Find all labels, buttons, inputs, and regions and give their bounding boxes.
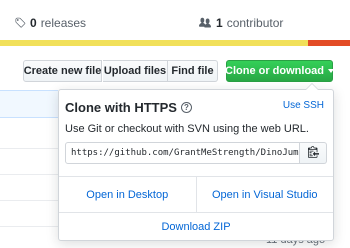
clone-popover: Clone with HTTPS ? Use SSH Use Git or ch… bbox=[58, 83, 334, 241]
file-list-header bbox=[0, 90, 58, 118]
open-in-visual-studio-button[interactable]: Open in Visual Studio bbox=[195, 177, 334, 212]
find-file-button[interactable]: Find file bbox=[168, 60, 218, 82]
contributors-label: contributor bbox=[226, 16, 284, 30]
download-zip-button[interactable]: Download ZIP bbox=[59, 213, 333, 241]
popover-title-text: Clone with HTTPS bbox=[65, 100, 177, 115]
releases-label: releases bbox=[40, 16, 87, 30]
clone-or-download-button[interactable]: Clone or download bbox=[225, 60, 334, 82]
language-bar bbox=[0, 40, 350, 46]
clipboard-icon bbox=[307, 145, 319, 161]
releases-count: 0 bbox=[30, 16, 37, 30]
file-list-divider bbox=[0, 226, 58, 227]
create-new-file-button[interactable]: Create new file bbox=[23, 60, 102, 82]
releases-link[interactable]: 0 releases bbox=[14, 16, 86, 30]
upload-files-button[interactable]: Upload files bbox=[103, 60, 168, 82]
use-ssh-link[interactable]: Use SSH bbox=[283, 100, 324, 111]
clone-or-download-label: Clone or download bbox=[225, 65, 324, 77]
copy-to-clipboard-button[interactable] bbox=[300, 142, 327, 164]
language-segment-secondary bbox=[308, 40, 350, 46]
contributors-count: 1 bbox=[216, 16, 223, 30]
question-icon[interactable]: ? bbox=[180, 102, 192, 113]
open-in-desktop-button[interactable]: Open in Desktop bbox=[59, 177, 196, 212]
popover-description: Use Git or checkout with SVN using the w… bbox=[65, 123, 309, 135]
popover-title: Clone with HTTPS ? bbox=[65, 100, 192, 115]
contributors-link[interactable]: 1 contributor bbox=[198, 16, 283, 30]
tag-icon bbox=[14, 17, 26, 29]
clone-url-group: https://github.com/GrantMeStrength/DinoJ… bbox=[65, 142, 327, 164]
language-segment-primary bbox=[0, 40, 308, 46]
open-actions: Open in Desktop Open in Visual Studio bbox=[59, 176, 333, 213]
caret-down-icon bbox=[328, 69, 334, 73]
repo-summary: 0 releases 1 contributor bbox=[0, 0, 350, 41]
file-list-divider bbox=[0, 148, 58, 149]
people-icon bbox=[198, 17, 212, 29]
clone-url-input[interactable]: https://github.com/GrantMeStrength/DinoJ… bbox=[65, 142, 300, 164]
file-list-divider bbox=[0, 200, 58, 201]
file-list-divider bbox=[0, 174, 58, 175]
